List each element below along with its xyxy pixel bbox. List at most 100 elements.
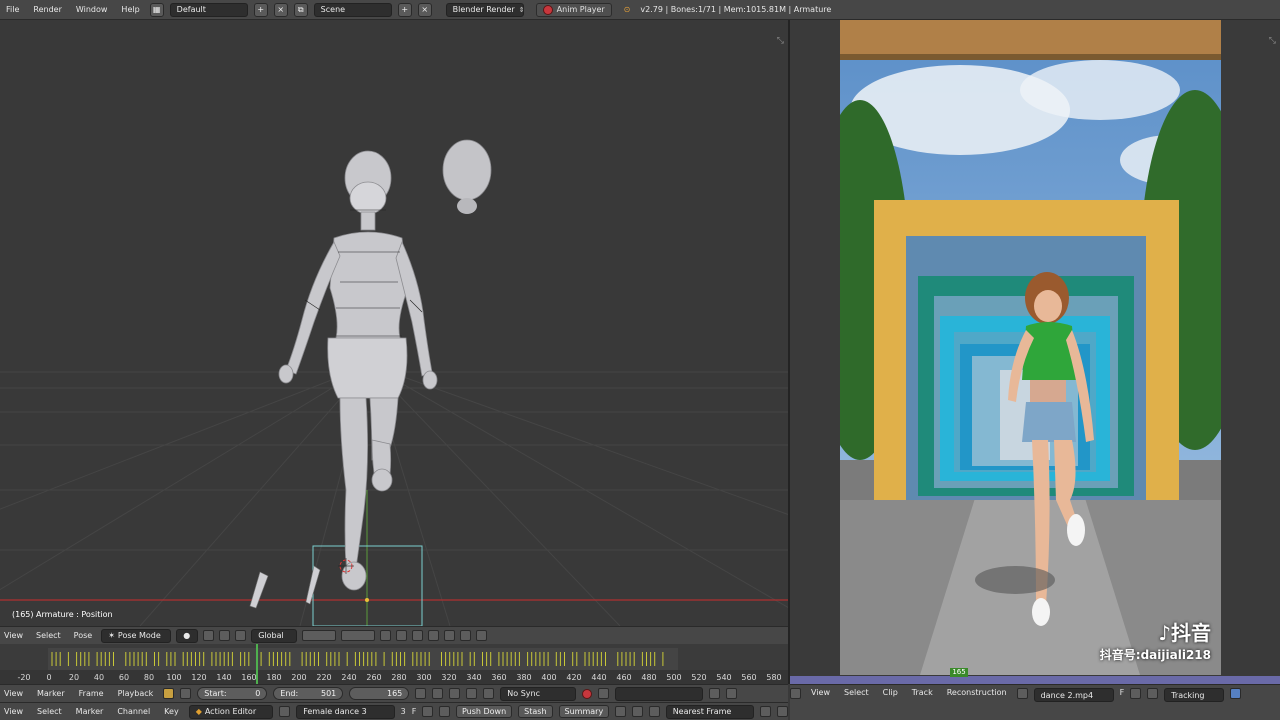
clip-browse-icon[interactable]: [1016, 688, 1028, 699]
end-frame-field[interactable]: End: 501: [273, 687, 344, 700]
translate-icon[interactable]: [235, 630, 247, 641]
snap-icon[interactable]: [396, 630, 408, 641]
use-preview-range-icon[interactable]: [163, 688, 175, 699]
render-engine-select[interactable]: Blender Render ⇕: [445, 2, 525, 17]
menu-window[interactable]: Window: [72, 5, 112, 14]
clip-menu-view[interactable]: View: [807, 688, 834, 697]
jump-start-icon[interactable]: [415, 688, 427, 699]
scene-selector[interactable]: Scene: [313, 2, 392, 17]
pause-icon[interactable]: [449, 688, 461, 699]
clip-fake-user[interactable]: F: [1120, 688, 1125, 697]
auto-key-record-icon[interactable]: [582, 688, 593, 699]
filter-icon[interactable]: [279, 706, 291, 717]
clip-mode-select[interactable]: Tracking: [1164, 688, 1225, 702]
paste-flipped-icon[interactable]: [444, 630, 456, 641]
render-preview-icon[interactable]: [460, 630, 472, 641]
paste-keys-icon[interactable]: [777, 706, 788, 717]
push-down-button[interactable]: Push Down: [455, 705, 513, 718]
clip-frame-indicator[interactable]: 165: [950, 668, 968, 677]
menu-select[interactable]: Select: [32, 631, 65, 640]
action-fake-user[interactable]: F: [412, 707, 417, 716]
area-split-icon[interactable]: ⤡: [777, 36, 784, 46]
only-selected-icon[interactable]: [615, 706, 627, 717]
playhead[interactable]: [255, 644, 258, 684]
ae-menu-marker[interactable]: Marker: [72, 707, 108, 716]
jump-end-icon[interactable]: [483, 688, 495, 699]
add-layout-icon[interactable]: +: [253, 2, 268, 17]
start-frame-field[interactable]: Start: 0: [197, 687, 268, 700]
insert-key-icon[interactable]: [709, 688, 721, 699]
menu-view[interactable]: View: [0, 631, 27, 640]
layout-selector[interactable]: Default: [169, 2, 248, 17]
next-key-icon[interactable]: [466, 688, 478, 699]
ruler-tick-label: 440: [591, 673, 606, 682]
keyframe-strip[interactable]: [48, 648, 678, 670]
mode-selector[interactable]: ✶ Pose Mode: [101, 628, 172, 643]
stash-button[interactable]: Stash: [518, 705, 553, 718]
ae-menu-select[interactable]: Select: [33, 707, 66, 716]
manipulator-icon[interactable]: [219, 630, 231, 641]
proportional-edit-icon[interactable]: [380, 630, 392, 641]
tl-menu-playback[interactable]: Playback: [114, 689, 158, 698]
opengl-render-icon[interactable]: [476, 630, 488, 641]
paste-pose-icon[interactable]: [428, 630, 440, 641]
menu-help[interactable]: Help: [117, 5, 143, 14]
only-errors-icon[interactable]: [648, 706, 660, 717]
layer-grid-icon-2[interactable]: [341, 630, 376, 641]
summary-toggle[interactable]: Summary: [558, 705, 610, 718]
menu-file[interactable]: File: [2, 5, 23, 14]
clip-view-icon[interactable]: [1230, 688, 1242, 699]
frame-ruler[interactable]: -20 0 20 40 60 80 100 120 140 160 180 200 220 240 260 2…: [0, 670, 788, 684]
character-mesh[interactable]: [278, 150, 438, 591]
copy-pose-icon[interactable]: [412, 630, 424, 641]
layout-grid-icon[interactable]: ▦: [149, 2, 164, 17]
orientation-selector[interactable]: Global: [251, 628, 298, 643]
pivot-icon[interactable]: [203, 630, 215, 641]
3d-viewport[interactable]: (165) Armature : Position ⤡: [0, 20, 788, 626]
add-scene-icon[interactable]: +: [397, 2, 412, 17]
keying-set-icon[interactable]: [598, 688, 610, 699]
action-editor-header: View Select Marker Channel Key ◆ Action E…: [0, 702, 788, 720]
ik-bones[interactable]: [249, 565, 321, 609]
current-frame-field[interactable]: 165: [349, 687, 410, 700]
lock-range-icon[interactable]: [180, 688, 192, 699]
clip-editor-type-icon[interactable]: [790, 688, 801, 699]
clip-open-icon[interactable]: [1130, 688, 1142, 699]
sync-mode-select[interactable]: No Sync: [500, 686, 577, 701]
ae-menu-channel[interactable]: Channel: [113, 707, 154, 716]
clip-menu-reconstruction[interactable]: Reconstruction: [943, 688, 1011, 697]
anim-player-button[interactable]: Anim Player: [535, 2, 612, 17]
ae-menu-view[interactable]: View: [0, 707, 27, 716]
editor-mode-select[interactable]: ◆ Action Editor: [188, 704, 274, 719]
movie-clip-editor[interactable]: ♪抖音 抖音号:daijiali218 165 ⤡: [790, 20, 1280, 684]
copy-keys-icon[interactable]: [760, 706, 772, 717]
layer-grid-icon[interactable]: [302, 630, 337, 641]
scene-icon[interactable]: ⧉: [293, 2, 308, 17]
remove-layout-icon[interactable]: ×: [273, 2, 288, 17]
remove-scene-icon[interactable]: ×: [417, 2, 432, 17]
tl-menu-frame[interactable]: Frame: [75, 689, 108, 698]
show-hidden-icon[interactable]: [632, 706, 643, 717]
clip-menu-clip[interactable]: Clip: [879, 688, 902, 697]
shading-selector[interactable]: ●: [176, 628, 199, 643]
area-split-icon-right[interactable]: ⤡: [1269, 36, 1276, 46]
tl-menu-view[interactable]: View: [0, 689, 27, 698]
unlink-action-icon[interactable]: [439, 706, 450, 717]
clip-menu-select[interactable]: Select: [840, 688, 873, 697]
clip-name-field[interactable]: dance 2.mp4: [1033, 688, 1114, 702]
menu-pose[interactable]: Pose: [70, 631, 97, 640]
detached-head-mesh[interactable]: [442, 139, 492, 214]
delete-key-icon[interactable]: [726, 688, 738, 699]
keying-set-field[interactable]: [615, 686, 704, 701]
action-name-field[interactable]: Female dance 3: [296, 704, 395, 719]
clip-unlink-icon[interactable]: [1147, 688, 1159, 699]
timeline[interactable]: -20 0 20 40 60 80 100 120 140 160 180 200 220 240 260 2…: [0, 644, 788, 684]
new-action-icon[interactable]: [422, 706, 434, 717]
clip-scrubber[interactable]: [790, 676, 1280, 684]
ae-menu-key[interactable]: Key: [160, 707, 183, 716]
clip-menu-track[interactable]: Track: [908, 688, 937, 697]
prev-key-icon[interactable]: [432, 688, 444, 699]
snap-mode-select[interactable]: Nearest Frame: [665, 704, 755, 719]
menu-render[interactable]: Render: [29, 5, 65, 14]
tl-menu-marker[interactable]: Marker: [33, 689, 69, 698]
